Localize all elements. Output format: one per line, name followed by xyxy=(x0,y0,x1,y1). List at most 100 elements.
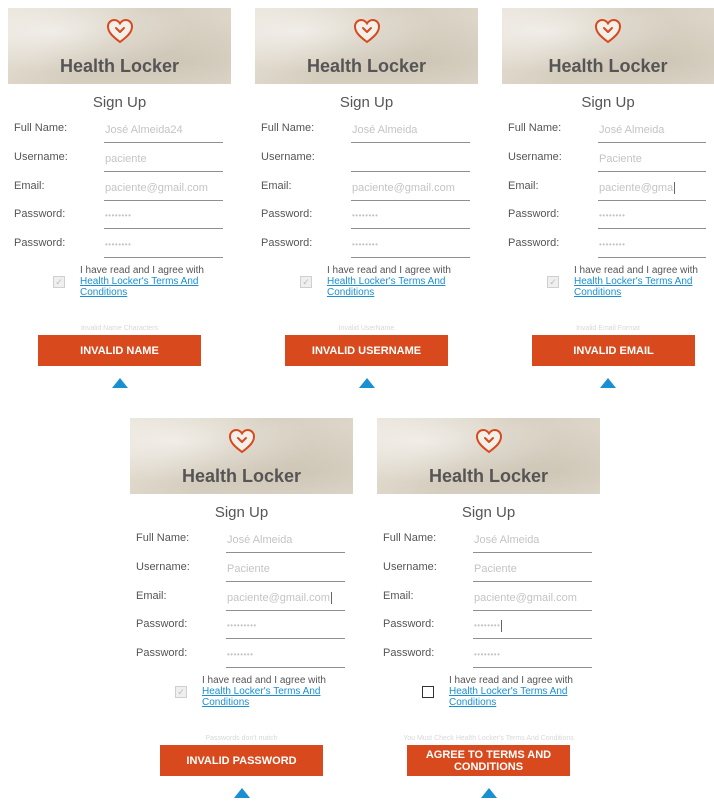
username-row: Username: Paciente xyxy=(130,559,353,587)
terms-text: I have read and I agree with Health Locke… xyxy=(80,265,223,298)
username-field[interactable]: paciente xyxy=(104,149,223,172)
password-value: •••••••• xyxy=(474,621,501,630)
email-label: Email: xyxy=(136,590,167,602)
confirm-password-field[interactable]: •••••••• xyxy=(226,645,345,668)
app-header: Health Locker xyxy=(377,418,600,494)
app-brand-name: Health Locker xyxy=(59,56,180,76)
full-name-field[interactable]: José Almeida xyxy=(351,120,470,143)
username-field[interactable]: Paciente xyxy=(226,559,345,582)
error-message: Invalid Email Format xyxy=(576,325,640,332)
password-field[interactable]: •••••••• xyxy=(104,206,223,229)
terms-agree-label: I have read and I agree with xyxy=(449,675,573,686)
password-field[interactable]: •••••••• xyxy=(598,206,706,229)
heart-logo-icon xyxy=(352,16,382,46)
full-name-field[interactable]: José Almeida xyxy=(598,120,706,143)
email-field[interactable]: paciente@gmail.com xyxy=(104,178,223,201)
full-name-row: Full Name: José Almeida xyxy=(255,120,478,148)
email-field[interactable]: paciente@gmail.com xyxy=(226,588,345,611)
terms-link[interactable]: Health Locker's Terms And Conditions xyxy=(449,686,592,708)
email-value: paciente@gmail.com xyxy=(227,592,330,604)
terms-text: I have read and I agree with Health Locke… xyxy=(202,675,345,708)
full-name-field[interactable]: José Almeida xyxy=(473,530,592,553)
username-row: Username: Paciente xyxy=(377,559,600,587)
terms-agreement: ✓ I have read and I agree withHealth Loc… xyxy=(255,264,478,304)
password-label: Password: xyxy=(136,618,188,630)
password-row: Password: •••••••• xyxy=(255,206,478,234)
username-row: Username: xyxy=(255,149,478,177)
confirm-password-field[interactable]: •••••••• xyxy=(104,235,223,258)
confirm-password-field[interactable]: •••••••• xyxy=(598,235,706,258)
terms-checkbox[interactable]: ✓ xyxy=(53,276,65,288)
username-row: Username: Paciente xyxy=(502,149,714,177)
full-name-field[interactable]: José Almeida xyxy=(226,530,345,553)
confirm-password-label: Password: xyxy=(261,237,313,249)
email-label: Email: xyxy=(383,590,414,602)
password-row: Password: •••••••• xyxy=(377,616,600,644)
submit-button[interactable]: AGREE TO TERMS AND CONDITIONS xyxy=(407,745,570,776)
password-field[interactable]: •••••••• xyxy=(351,206,470,229)
submit-button[interactable]: INVALID PASSWORD xyxy=(160,745,323,776)
confirm-password-row: Password: •••••••• xyxy=(502,235,714,263)
username-field[interactable] xyxy=(351,149,470,172)
password-label: Password: xyxy=(383,618,435,630)
app-brand-name: Health Locker xyxy=(548,56,668,76)
app-brand-name: Health Locker xyxy=(428,466,549,486)
app-header: Health Locker xyxy=(255,8,478,84)
username-field[interactable]: Paciente xyxy=(598,149,706,172)
text-cursor xyxy=(674,182,676,195)
full-name-row: Full Name: José Almeida24 xyxy=(8,120,231,148)
email-row: Email: paciente@gmail.com xyxy=(130,588,353,616)
password-label: Password: xyxy=(508,208,560,220)
terms-link[interactable]: Health Locker's Terms And Conditions xyxy=(327,276,470,298)
confirm-password-label: Password: xyxy=(508,237,560,249)
terms-checkbox[interactable]: ✓ xyxy=(422,686,434,698)
terms-checkbox[interactable]: ✓ xyxy=(300,276,312,288)
terms-agree-label: I have read and I agree with xyxy=(202,675,326,686)
password-field[interactable]: ••••••••• xyxy=(226,616,345,639)
username-label: Username: xyxy=(383,561,437,573)
password-field[interactable]: •••••••• xyxy=(473,616,592,639)
terms-checkbox[interactable]: ✓ xyxy=(175,686,187,698)
username-label: Username: xyxy=(14,151,68,163)
app-brand-name: Health Locker xyxy=(306,56,427,76)
heart-logo-icon xyxy=(593,16,623,46)
signup-screen-invalid-name: Health Locker Sign Up Full Name: José Alm… xyxy=(8,8,231,388)
password-label: Password: xyxy=(261,208,313,220)
terms-agree-label: I have read and I agree with xyxy=(574,265,698,276)
username-row: Username: paciente xyxy=(8,149,231,177)
email-row: Email: paciente@gma xyxy=(502,178,714,206)
email-field[interactable]: paciente@gmail.com xyxy=(351,178,470,201)
terms-checkbox[interactable]: ✓ xyxy=(547,276,559,288)
full-name-field[interactable]: José Almeida24 xyxy=(104,120,223,143)
terms-agreement: ✓ I have read and I agree withHealth Loc… xyxy=(130,674,353,714)
heart-logo-icon xyxy=(105,16,135,46)
submit-button[interactable]: INVALID EMAIL xyxy=(532,335,695,366)
confirm-password-row: Password: •••••••• xyxy=(377,645,600,673)
heart-logo-icon xyxy=(474,426,504,456)
page-title: Sign Up xyxy=(461,504,516,521)
confirm-password-field[interactable]: •••••••• xyxy=(351,235,470,258)
app-brand-name: Health Locker xyxy=(181,466,302,486)
full-name-row: Full Name: José Almeida xyxy=(130,530,353,558)
app-header: Health Locker xyxy=(130,418,353,494)
terms-agreement: ✓ I have read and I agree withHealth Loc… xyxy=(502,264,714,304)
terms-text: I have read and I agree with Health Locke… xyxy=(327,265,470,298)
full-name-label: Full Name: xyxy=(261,122,315,134)
terms-link[interactable]: Health Locker's Terms And Conditions xyxy=(574,276,706,298)
page-title: Sign Up xyxy=(581,94,635,111)
email-value: paciente@gma xyxy=(599,182,674,194)
heart-logo-icon xyxy=(227,426,257,456)
confirm-password-field[interactable]: •••••••• xyxy=(473,645,592,668)
error-message: Passwords don't match xyxy=(205,735,278,742)
email-field[interactable]: paciente@gmail.com xyxy=(473,588,592,611)
full-name-row: Full Name: José Almeida xyxy=(377,530,600,558)
terms-link[interactable]: Health Locker's Terms And Conditions xyxy=(80,276,223,298)
username-field[interactable]: Paciente xyxy=(473,559,592,582)
submit-button[interactable]: INVALID NAME xyxy=(38,335,201,366)
confirm-password-row: Password: •••••••• xyxy=(130,645,353,673)
terms-link[interactable]: Health Locker's Terms And Conditions xyxy=(202,686,345,708)
pointer-arrow-icon xyxy=(111,378,128,388)
email-field[interactable]: paciente@gma xyxy=(598,178,706,201)
submit-button[interactable]: INVALID USERNAME xyxy=(285,335,448,366)
signup-screen-agree-terms: Health Locker Sign Up Full Name: José Alm… xyxy=(377,418,600,798)
